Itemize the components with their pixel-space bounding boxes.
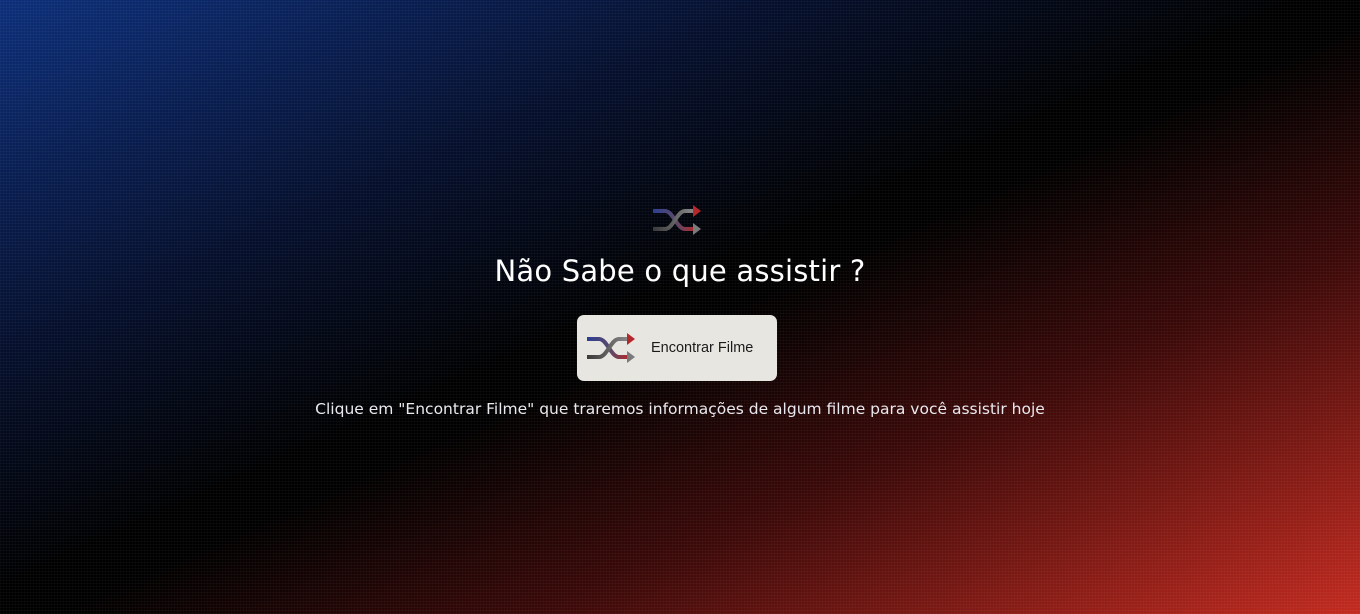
shuffle-icon	[651, 203, 703, 237]
find-movie-button-label: Encontrar Filme	[651, 340, 754, 356]
hint-text: Clique em "Encontrar Filme" que traremos…	[315, 400, 1045, 418]
page-title: Não Sabe o que assistir ?	[494, 254, 866, 288]
hero-section: Não Sabe o que assistir ? Encontrar Film…	[0, 0, 1360, 614]
find-movie-button[interactable]: Encontrar Filme	[577, 315, 777, 381]
shuffle-icon	[585, 331, 637, 365]
